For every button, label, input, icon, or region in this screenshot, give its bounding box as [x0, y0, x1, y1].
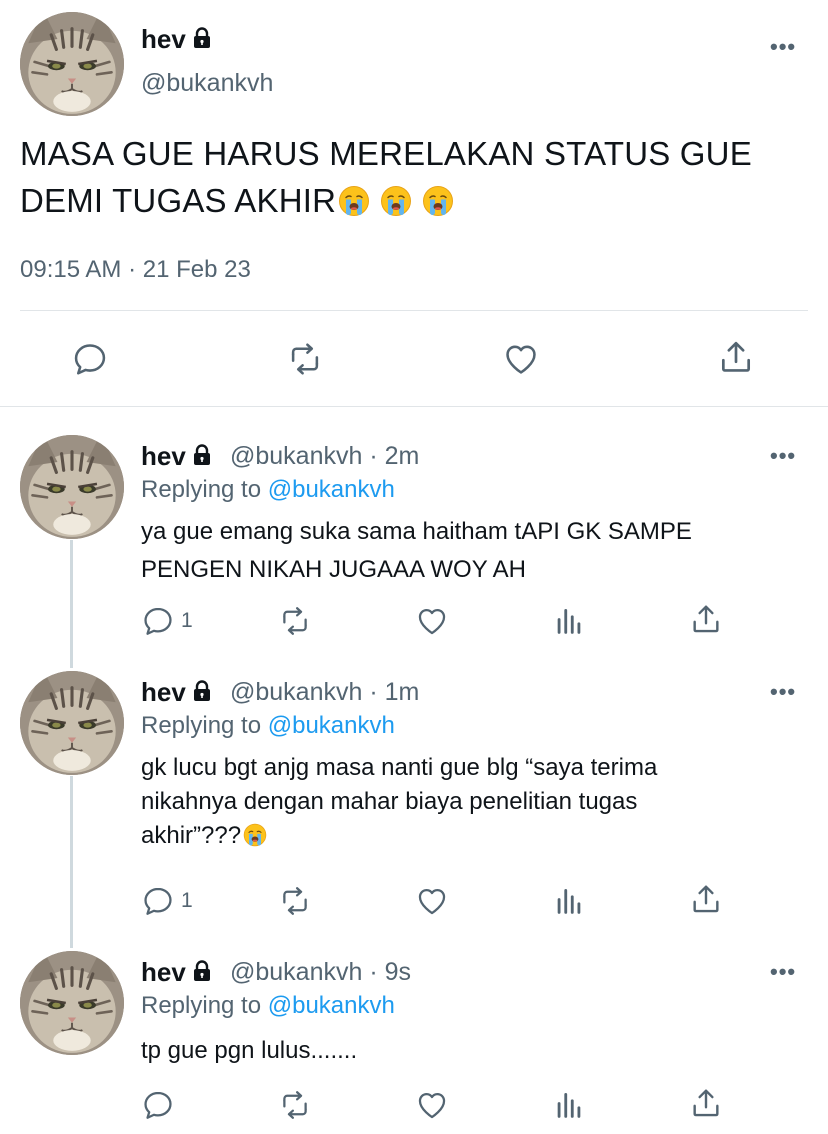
- cat-avatar-image: [20, 12, 124, 116]
- display-name[interactable]: hev: [141, 957, 214, 988]
- reply-icon: [141, 884, 175, 918]
- tweet-text-line: akhir”???: [141, 819, 801, 853]
- thread-line: [70, 776, 73, 948]
- retweet-icon: [276, 884, 314, 918]
- like-button[interactable]: [414, 604, 450, 638]
- retweet-icon: [284, 340, 326, 378]
- more-icon[interactable]: •••: [770, 959, 796, 985]
- tweet-text: ya gue emang suka sama haitham tAPI GK S…: [141, 513, 801, 589]
- retweet-button[interactable]: [276, 604, 314, 638]
- reply-icon: [71, 340, 109, 378]
- retweet-icon: [276, 604, 314, 638]
- cat-avatar-image: [20, 671, 124, 775]
- more-icon[interactable]: •••: [770, 34, 796, 60]
- timestamp[interactable]: 09:15 AM · 21 Feb 23: [20, 256, 251, 284]
- replying-to: Replying to @bukankvh: [141, 712, 395, 739]
- reply-count: 1: [181, 609, 193, 632]
- like-icon: [414, 884, 450, 918]
- retweet-icon: [276, 1088, 314, 1122]
- tweet-text-line: ya gue emang suka sama haitham tAPI GK S…: [141, 518, 692, 545]
- tweet-text-line: MASA GUE HARUS MERELAKAN STATUS GUE: [20, 135, 752, 172]
- crying-face-emoji: [422, 185, 454, 217]
- analytics-icon: [552, 884, 586, 918]
- thread-line: [70, 540, 73, 668]
- like-button[interactable]: [414, 884, 450, 918]
- analytics-icon: [552, 604, 586, 638]
- share-icon: [689, 602, 723, 636]
- display-name[interactable]: hev: [141, 441, 214, 472]
- share-button[interactable]: [717, 338, 755, 376]
- reply-icon: [141, 604, 175, 638]
- reply-button[interactable]: 1: [141, 884, 193, 918]
- crying-face-emoji: [243, 823, 267, 847]
- lock-icon: [190, 443, 214, 467]
- avatar[interactable]: [20, 671, 124, 775]
- lock-icon: [190, 959, 214, 983]
- crying-face-emoji: [338, 185, 370, 217]
- analytics-button[interactable]: [552, 1088, 586, 1122]
- share-button[interactable]: [689, 1086, 723, 1120]
- avatar[interactable]: [20, 951, 124, 1055]
- analytics-button[interactable]: [552, 884, 586, 918]
- like-button[interactable]: [501, 340, 541, 378]
- analytics-button[interactable]: [552, 604, 586, 638]
- more-icon[interactable]: •••: [770, 679, 796, 705]
- share-icon: [689, 1086, 723, 1120]
- reply-button[interactable]: [141, 1088, 175, 1122]
- cat-avatar-image: [20, 951, 124, 1055]
- share-button[interactable]: [689, 602, 723, 636]
- more-icon[interactable]: •••: [770, 443, 796, 469]
- like-icon: [414, 604, 450, 638]
- avatar[interactable]: [20, 435, 124, 539]
- mention-link[interactable]: @bukankvh: [268, 476, 395, 503]
- tweet-text: tp gue pgn lulus.......: [141, 1032, 801, 1070]
- divider: [20, 310, 808, 311]
- replying-to: Replying to @bukankvh: [141, 476, 395, 503]
- tweet-text-line: DEMI TUGAS AKHIR: [20, 177, 810, 224]
- reply-button[interactable]: [71, 340, 109, 378]
- handle-time[interactable]: @bukankvh · 1m: [230, 678, 419, 707]
- crying-face-emoji: [380, 185, 412, 217]
- tweet-text-line: nikahnya dengan mahar biaya penelitian t…: [141, 788, 638, 815]
- mention-link[interactable]: @bukankvh: [268, 992, 395, 1019]
- display-name[interactable]: hev: [141, 677, 214, 708]
- lock-icon: [190, 26, 214, 50]
- avatar[interactable]: [20, 12, 124, 116]
- tweet-text: gk lucu bgt anjg masa nanti gue blg “say…: [141, 751, 801, 853]
- reply-icon: [141, 1088, 175, 1122]
- like-icon: [414, 1088, 450, 1122]
- display-name[interactable]: hev: [141, 24, 214, 55]
- share-button[interactable]: [689, 882, 723, 916]
- retweet-button[interactable]: [276, 884, 314, 918]
- like-button[interactable]: [414, 1088, 450, 1122]
- reply-button[interactable]: 1: [141, 604, 193, 638]
- handle[interactable]: @bukankvh: [141, 69, 273, 98]
- divider: [0, 406, 828, 407]
- tweet-text-line: gk lucu bgt anjg masa nanti gue blg “say…: [141, 754, 658, 781]
- tweet-text: MASA GUE HARUS MERELAKAN STATUS GUE DEMI…: [20, 130, 810, 224]
- handle-time[interactable]: @bukankvh · 9s: [230, 958, 411, 987]
- analytics-icon: [552, 1088, 586, 1122]
- like-icon: [501, 340, 541, 378]
- tweet-text-line: PENGEN NIKAH JUGAAA WOY AH: [141, 556, 526, 583]
- lock-icon: [190, 679, 214, 703]
- share-icon: [717, 338, 755, 376]
- reply-count: 1: [181, 889, 193, 912]
- retweet-button[interactable]: [276, 1088, 314, 1122]
- mention-link[interactable]: @bukankvh: [268, 712, 395, 739]
- share-icon: [689, 882, 723, 916]
- tweet-text-line: tp gue pgn lulus.......: [141, 1037, 358, 1064]
- cat-avatar-image: [20, 435, 124, 539]
- replying-to: Replying to @bukankvh: [141, 992, 395, 1019]
- handle-time[interactable]: @bukankvh · 2m: [230, 442, 419, 471]
- retweet-button[interactable]: [284, 340, 326, 378]
